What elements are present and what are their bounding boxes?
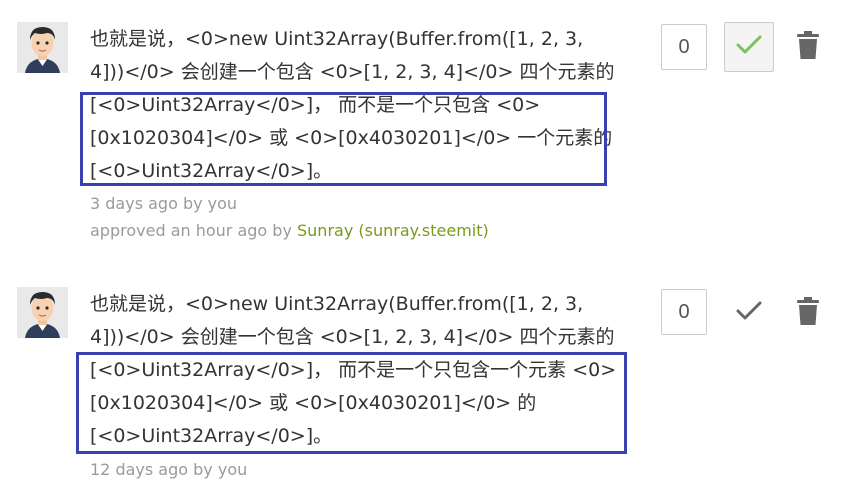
text-line: [0x1020304]</0> 或 <0>[0x4030201]</0> 一个元… (90, 127, 613, 149)
vote-count[interactable]: 0 (661, 289, 707, 335)
text-line: 4]))</0> 会创建一个包含 <0>[1, 2, 3, 4]</0> 四个元… (90, 61, 615, 83)
timestamp: 3 days ago by you (90, 194, 238, 213)
text-line: 也就是说，<0>new Uint32Array(Buffer.from([1, … (90, 293, 584, 315)
suggestion-text: 也就是说，<0>new Uint32Array(Buffer.from([1, … (90, 288, 620, 453)
approver-link[interactable]: Sunray (sunray.steemit) (297, 221, 489, 240)
text-line: 4]))</0> 会创建一个包含 <0>[1, 2, 3, 4]</0> 四个元… (90, 326, 615, 348)
checkmark-icon (736, 35, 762, 59)
trash-icon (796, 30, 820, 64)
avatar (17, 22, 68, 73)
approve-button[interactable] (724, 288, 774, 338)
text-line: [<0>Uint32Array</0>]， 而不是一个只包含 <0> (90, 94, 541, 116)
delete-button[interactable] (793, 296, 823, 330)
avatar (17, 287, 68, 338)
text-line: [<0>Uint32Array</0>]。 (90, 160, 333, 182)
delete-button[interactable] (793, 30, 823, 64)
text-line: 也就是说，<0>new Uint32Array(Buffer.from([1, … (90, 28, 584, 50)
text-line: [<0>Uint32Array</0>]。 (90, 425, 333, 447)
text-line: [<0>Uint32Array</0>]， 而不是一个只包含一个元素 <0> (90, 359, 617, 381)
approval-status: approved an hour ago by Sunray (sunray.s… (90, 221, 489, 241)
approve-button[interactable] (724, 22, 774, 72)
checkmark-icon (736, 301, 762, 325)
suggestion-text: 也就是说，<0>new Uint32Array(Buffer.from([1, … (90, 23, 620, 188)
approval-text: approved an hour ago by (90, 221, 297, 240)
timestamp: 12 days ago by you (90, 460, 248, 479)
vote-count[interactable]: 0 (661, 24, 707, 70)
text-line: [0x1020304]</0> 或 <0>[0x4030201]</0> 的 (90, 392, 537, 414)
trash-icon (796, 296, 820, 330)
